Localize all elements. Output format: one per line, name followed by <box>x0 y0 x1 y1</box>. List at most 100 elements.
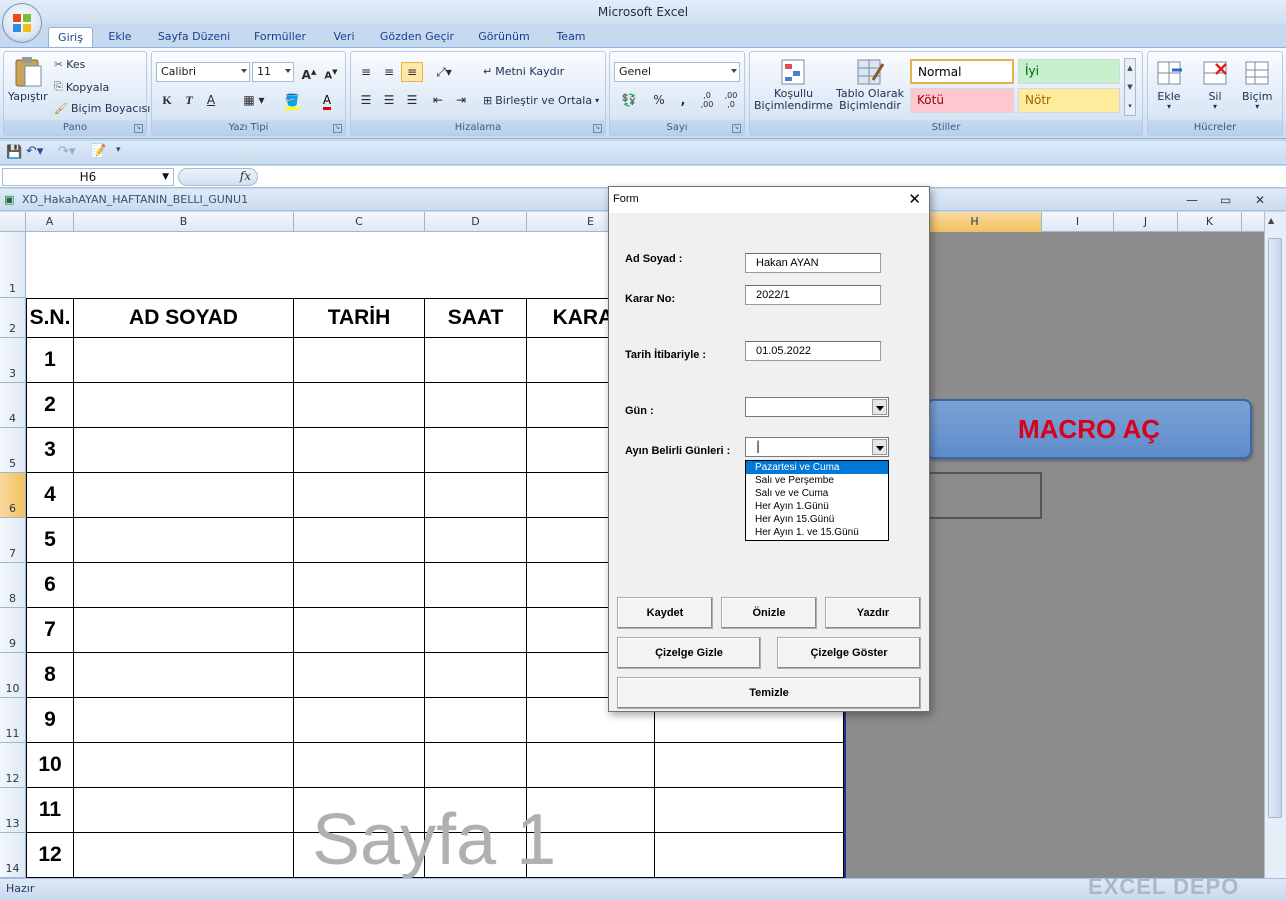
table-cell[interactable] <box>425 698 527 743</box>
row-header[interactable]: 9 <box>0 608 25 653</box>
font-size-select[interactable]: 11 <box>252 62 294 82</box>
table-cell[interactable] <box>294 743 425 788</box>
table-header-cell[interactable]: S.N. <box>26 298 74 338</box>
dropdown-option[interactable]: Her Ayın 1.Günü <box>746 500 888 513</box>
row-header[interactable]: 1 <box>0 232 25 298</box>
belirli-gunler-select[interactable]: | <box>745 437 889 457</box>
alignment-launcher-icon[interactable]: ↘ <box>593 124 602 133</box>
tab-ekle[interactable]: Ekle <box>100 27 140 48</box>
copy-button[interactable]: ⎘ Kopyala <box>54 80 109 94</box>
styles-scroll[interactable]: ▲ ▼ ▾ <box>1124 58 1136 116</box>
table-cell[interactable] <box>294 653 425 698</box>
tab-gorunum[interactable]: Görünüm <box>470 27 538 48</box>
table-cell[interactable] <box>425 518 527 563</box>
table-cell[interactable] <box>294 608 425 653</box>
dropdown-option[interactable]: Her Ayın 1. ve 15.Günü <box>746 526 888 539</box>
fx-icon[interactable]: fx <box>240 169 251 183</box>
column-header[interactable]: I <box>1042 212 1114 232</box>
fill-color-button[interactable]: 🪣 <box>276 90 308 110</box>
row-header-selected[interactable]: 6 <box>0 473 25 518</box>
align-top-button[interactable]: ≡ <box>355 62 377 82</box>
tab-giris[interactable]: Giriş <box>48 27 93 48</box>
font-name-select[interactable]: Calibri <box>156 62 250 82</box>
column-header[interactable]: D <box>425 212 527 232</box>
align-bottom-button[interactable]: ≡ <box>401 62 423 82</box>
tab-team[interactable]: Team <box>548 27 594 48</box>
table-cell[interactable] <box>655 833 844 878</box>
quick-print-icon[interactable]: 📝 <box>90 144 106 159</box>
macro-open-button[interactable]: MACRO AÇ <box>926 399 1252 459</box>
shrink-font-button[interactable]: A▼ <box>320 62 342 82</box>
row-header[interactable]: 14 <box>0 833 25 878</box>
table-cell[interactable] <box>425 743 527 788</box>
table-cell[interactable] <box>294 698 425 743</box>
column-header[interactable]: A <box>26 212 74 232</box>
align-left-button[interactable]: ☰ <box>355 90 377 110</box>
ad-soyad-field[interactable]: Hakan AYAN <box>745 253 881 273</box>
currency-button[interactable]: 💱 <box>614 90 644 110</box>
table-cell[interactable] <box>294 473 425 518</box>
row-number-cell[interactable]: 11 <box>26 788 74 833</box>
format-as-table-button[interactable]: Tablo Olarak Biçimlendir <box>836 58 904 112</box>
number-launcher-icon[interactable]: ↘ <box>732 124 741 133</box>
style-notr[interactable]: Nötr <box>1018 88 1120 113</box>
style-normal[interactable]: Normal <box>910 59 1014 84</box>
grow-font-button[interactable]: A▲ <box>298 62 320 82</box>
tab-veri[interactable]: Veri <box>324 27 364 48</box>
style-iyi[interactable]: İyi <box>1018 59 1120 84</box>
style-kotu[interactable]: Kötü <box>910 88 1014 113</box>
table-cell[interactable] <box>74 608 294 653</box>
tab-sayfa-duzeni[interactable]: Sayfa Düzeni <box>152 27 236 48</box>
table-header-cell[interactable]: TARİH <box>294 298 425 338</box>
increase-indent-button[interactable]: ⇥ <box>450 90 472 110</box>
wrap-text-button[interactable]: ↵ Metni Kaydır <box>483 65 564 78</box>
table-cell[interactable] <box>74 743 294 788</box>
pano-launcher-icon[interactable]: ↘ <box>134 124 143 133</box>
row-number-cell[interactable]: 12 <box>26 833 74 878</box>
row-number-cell[interactable]: 1 <box>26 338 74 383</box>
decrease-decimal-button[interactable]: ,00 ,0 <box>720 90 742 110</box>
row-header[interactable]: 5 <box>0 428 25 473</box>
orientation-button[interactable]: ⤢▾ <box>429 62 459 82</box>
tarih-field[interactable]: 01.05.2022 <box>745 341 881 361</box>
table-cell[interactable] <box>294 383 425 428</box>
table-cell[interactable] <box>527 743 655 788</box>
decrease-indent-button[interactable]: ⇤ <box>427 90 449 110</box>
row-number-cell[interactable]: 6 <box>26 563 74 608</box>
customize-toolbar-icon[interactable]: ▾ <box>116 145 121 155</box>
row-number-cell[interactable]: 8 <box>26 653 74 698</box>
selected-cell-h6[interactable] <box>926 472 1042 519</box>
row-number-cell[interactable]: 9 <box>26 698 74 743</box>
row-header[interactable]: 13 <box>0 788 25 833</box>
name-box[interactable]: H6 ▼ <box>2 168 174 186</box>
paste-button[interactable]: Yapıştır <box>8 56 48 103</box>
table-cell[interactable] <box>655 743 844 788</box>
onizle-button[interactable]: Önizle <box>721 597 817 629</box>
restore-icon[interactable]: ▭ <box>1220 189 1231 211</box>
tab-gozden-gecir[interactable]: Gözden Geçir <box>374 27 460 48</box>
undo-icon[interactable]: ↶▾ <box>26 144 43 159</box>
table-cell[interactable] <box>74 653 294 698</box>
save-icon[interactable]: 💾 <box>6 145 22 160</box>
row-number-cell[interactable]: 5 <box>26 518 74 563</box>
table-header-cell[interactable]: AD SOYAD <box>74 298 294 338</box>
row-header[interactable]: 7 <box>0 518 25 563</box>
scroll-up-icon[interactable]: ▲ <box>1268 216 1274 225</box>
underline-button[interactable]: A <box>200 90 222 110</box>
table-cell[interactable] <box>425 563 527 608</box>
kaydet-button[interactable]: Kaydet <box>617 597 713 629</box>
row-number-cell[interactable]: 2 <box>26 383 74 428</box>
close-icon[interactable]: ✕ <box>908 190 921 208</box>
table-cell[interactable] <box>425 653 527 698</box>
scroll-thumb[interactable] <box>1268 238 1282 818</box>
row-number-cell[interactable]: 10 <box>26 743 74 788</box>
table-cell[interactable] <box>425 608 527 653</box>
select-all-corner[interactable] <box>0 212 26 232</box>
tab-formuller[interactable]: Formüller <box>246 27 314 48</box>
merge-center-button[interactable]: ⊞ Birleştir ve Ortala ▾ <box>483 94 599 107</box>
italic-button[interactable]: T <box>178 90 200 110</box>
dropdown-option[interactable]: Pazartesi ve Cuma <box>746 461 888 474</box>
increase-decimal-button[interactable]: ,0 ,00 <box>696 90 718 110</box>
border-button[interactable]: ▦ ▾ <box>238 90 270 110</box>
cut-button[interactable]: ✂ Kes <box>54 58 85 71</box>
